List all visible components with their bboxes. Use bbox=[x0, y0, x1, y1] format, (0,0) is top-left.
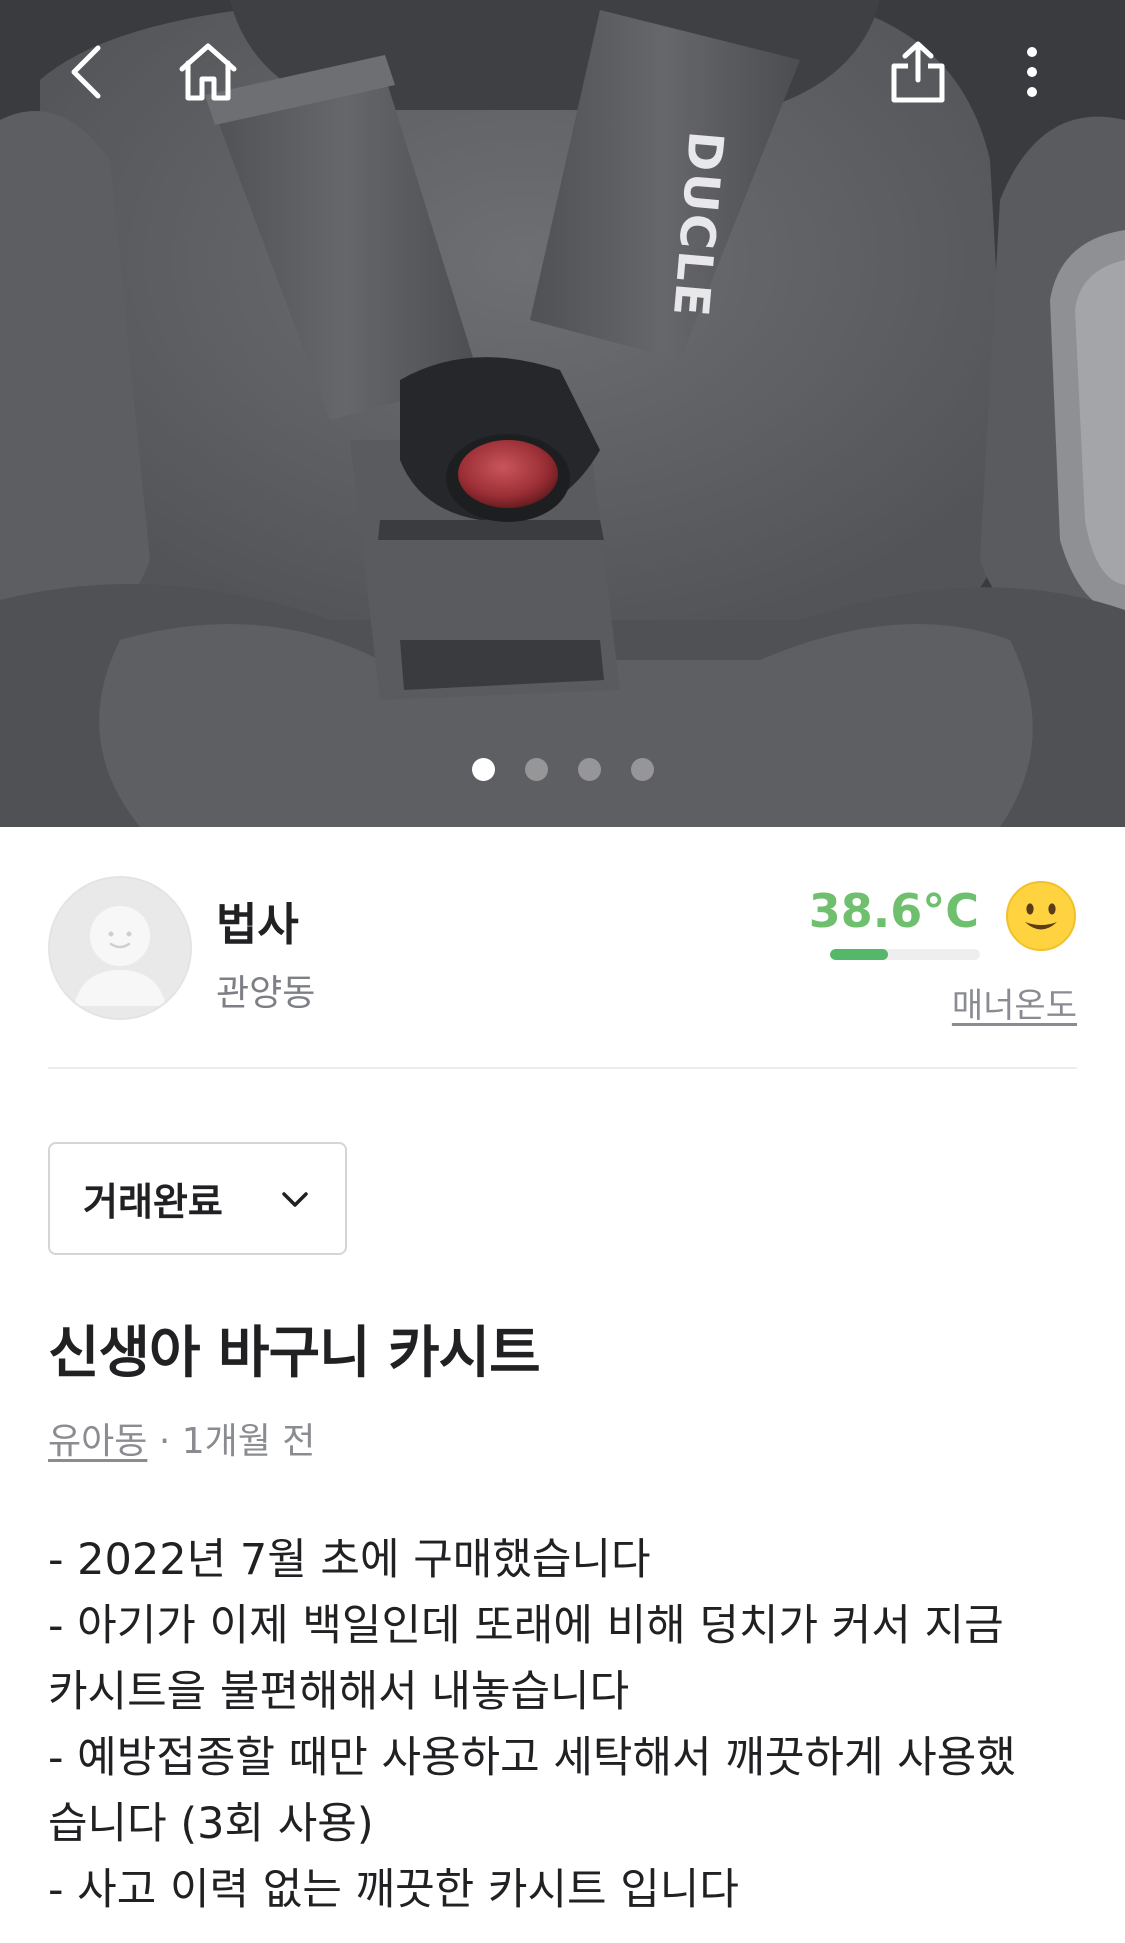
product-meta: 유아동 · 1개월 전 bbox=[48, 1412, 315, 1464]
top-navigation-bar bbox=[0, 0, 1125, 150]
more-options-button[interactable] bbox=[990, 30, 1074, 114]
posted-time: 1개월 전 bbox=[181, 1421, 316, 1462]
description-line: - 아기가 이제 백일인데 또래에 비해 덩치가 커서 지금 bbox=[48, 1601, 1004, 1651]
carousel-indicator bbox=[0, 758, 1125, 782]
description-line: 카시트을 불편해해서 내놓습니다 bbox=[48, 1667, 630, 1717]
seller-location: 관양동 bbox=[216, 973, 316, 1014]
divider bbox=[48, 1067, 1077, 1069]
seller-name: 법사 bbox=[216, 898, 299, 951]
default-avatar-icon bbox=[50, 878, 190, 1018]
manner-temperature-fill bbox=[830, 949, 888, 960]
carousel-dot[interactable] bbox=[577, 758, 601, 781]
description-line: - 2022년 7월 초에 구매했습니다 bbox=[48, 1535, 651, 1585]
share-button[interactable] bbox=[876, 30, 960, 114]
carousel-dot[interactable] bbox=[524, 758, 548, 781]
manner-temperature-bar bbox=[830, 949, 980, 960]
trade-status-value: 거래완료 bbox=[83, 1180, 223, 1224]
manner-temperature-value: 38.6°C bbox=[808, 884, 979, 938]
share-icon bbox=[891, 41, 945, 103]
description-line: - 사고 이력 없는 깨끗한 카시트 입니다 bbox=[48, 1865, 739, 1915]
description-line: - 예방접종할 때만 사용하고 세탁해서 깨끗하게 사용했 bbox=[48, 1733, 1016, 1783]
seller-profile[interactable]: 법사 관양동 38.6°C 매너온도 bbox=[48, 876, 1077, 1026]
home-button[interactable] bbox=[166, 30, 250, 114]
product-title: 신생아 바구니 카시트 bbox=[48, 1321, 541, 1386]
more-vertical-icon bbox=[1027, 47, 1037, 97]
trade-status-select[interactable]: 거래완료 bbox=[48, 1142, 347, 1255]
back-chevron-icon bbox=[71, 45, 101, 99]
avatar[interactable] bbox=[48, 876, 192, 1020]
carousel-dot[interactable] bbox=[471, 758, 495, 781]
back-button[interactable] bbox=[44, 30, 128, 114]
product-description: - 2022년 7월 초에 구매했습니다 - 아기가 이제 백일인데 또래에 비… bbox=[48, 1527, 1088, 1923]
meta-separator: · bbox=[147, 1421, 182, 1462]
manner-temperature-link[interactable]: 매너온도 bbox=[952, 978, 1077, 1027]
smiley-face-icon bbox=[1006, 881, 1076, 951]
product-image-carousel[interactable]: DUCLE bbox=[0, 0, 1125, 827]
category-link[interactable]: 유아동 bbox=[48, 1421, 147, 1462]
chevron-down-icon bbox=[282, 1192, 308, 1207]
home-icon bbox=[179, 43, 237, 101]
description-line: 습니다 (3회 사용) bbox=[48, 1799, 374, 1849]
carousel-dot[interactable] bbox=[630, 758, 654, 781]
